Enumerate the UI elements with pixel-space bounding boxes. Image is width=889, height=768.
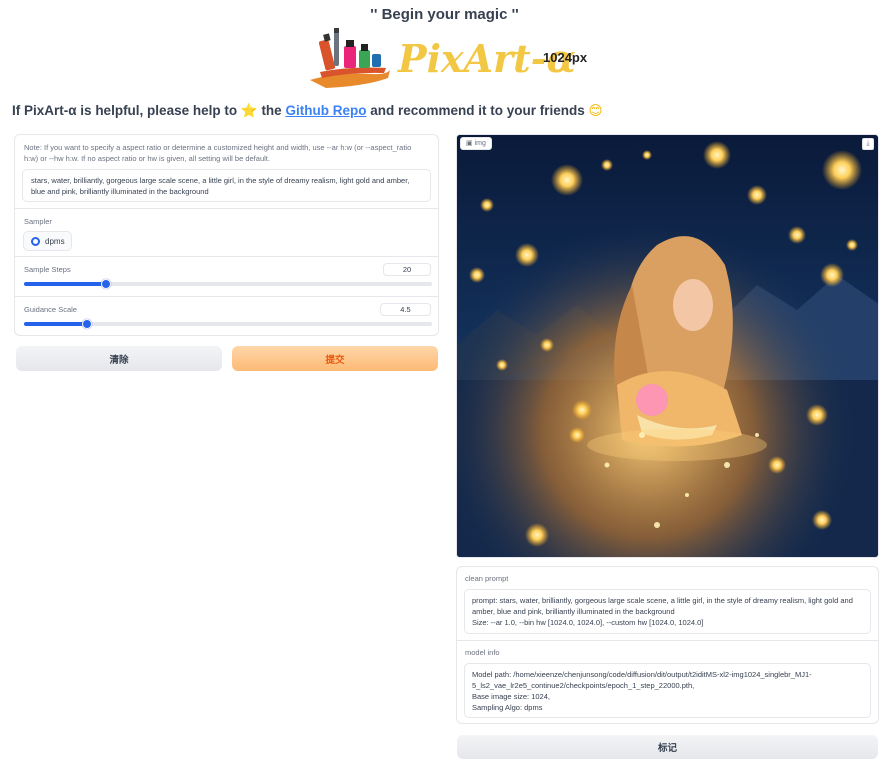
logo: PixArt-α 1024px [306,26,606,96]
radio-selected-icon [31,236,40,246]
input-panel: Note: If you want to specify a aspect ra… [14,134,439,378]
sample-steps-card: Sample Steps 20 [14,256,439,297]
submit-button[interactable]: 提交 [232,346,438,371]
page-title: '' Begin your magic '' [370,6,519,23]
sampler-radio-dpms[interactable]: dpms [23,231,72,251]
slider-thumb[interactable] [100,279,111,289]
banner: If PixArt-α is helpful, please help to ⭐… [12,103,603,119]
banner-middle: the [261,103,282,118]
sampler-card: Sampler dpms [14,208,439,257]
model-info-size: Base image size: 1024, [472,692,550,701]
banner-suffix: and recommend it to your friends [370,103,585,118]
flag-button[interactable]: 标记 [457,735,878,759]
model-info-output: Model path: /home/xieenze/chenjunsong/co… [464,663,871,718]
model-info-card: model info Model path: /home/xieenze/che… [456,640,879,724]
star-icon: ⭐ [240,103,258,118]
sample-steps-label: Sample Steps [24,265,71,274]
slider-thumb[interactable] [82,319,93,329]
slider-fill [24,282,106,286]
sample-steps-slider[interactable] [24,279,432,289]
prompt-card: Note: If you want to specify a aspect ra… [14,134,439,209]
banner-prefix: If PixArt-α is helpful, please help to [12,103,238,118]
slider-fill [24,322,88,326]
model-info-path: Model path: /home/xieenze/chenjunsong/co… [472,670,812,690]
paint-tubes-logo-icon [310,28,390,88]
github-repo-link[interactable]: Github Repo [285,103,366,118]
guidance-scale-card: Guidance Scale 4.5 [14,296,439,336]
model-info-label: model info [465,648,500,657]
clean-prompt-text: prompt: stars, water, brilliantly, gorge… [472,596,853,616]
image-label-text: img [474,140,486,147]
model-info-algo: Sampling Algo: dpms [472,703,543,712]
guidance-scale-number-input[interactable]: 4.5 [380,303,431,316]
generated-image [457,135,878,557]
download-icon[interactable]: ⤓ [862,138,874,150]
sampler-option-label: dpms [45,236,65,246]
smile-icon: 😊 [588,103,603,118]
guidance-scale-slider[interactable] [24,319,432,329]
clean-prompt-card: clean prompt prompt: stars, water, brill… [456,566,879,641]
prompt-note: Note: If you want to specify a aspect ra… [24,143,412,163]
sampler-label: Sampler [24,217,52,226]
clean-prompt-label: clean prompt [465,574,509,583]
logo-resolution: 1024px [543,50,588,65]
image-label: ▣ img [460,137,492,150]
clean-prompt-output: prompt: stars, water, brilliantly, gorge… [464,589,871,634]
generated-image-panel: ▣ img ⤓ [456,134,879,558]
clean-prompt-size: Size: --ar 1.0, --bin hw [1024.0, 1024.0… [472,618,704,627]
clear-button[interactable]: 清除 [16,346,222,371]
sample-steps-number-input[interactable]: 20 [383,263,431,276]
prompt-input[interactable]: stars, water, brilliantly, gorgeous larg… [22,169,431,202]
guidance-scale-label: Guidance Scale [24,305,77,314]
